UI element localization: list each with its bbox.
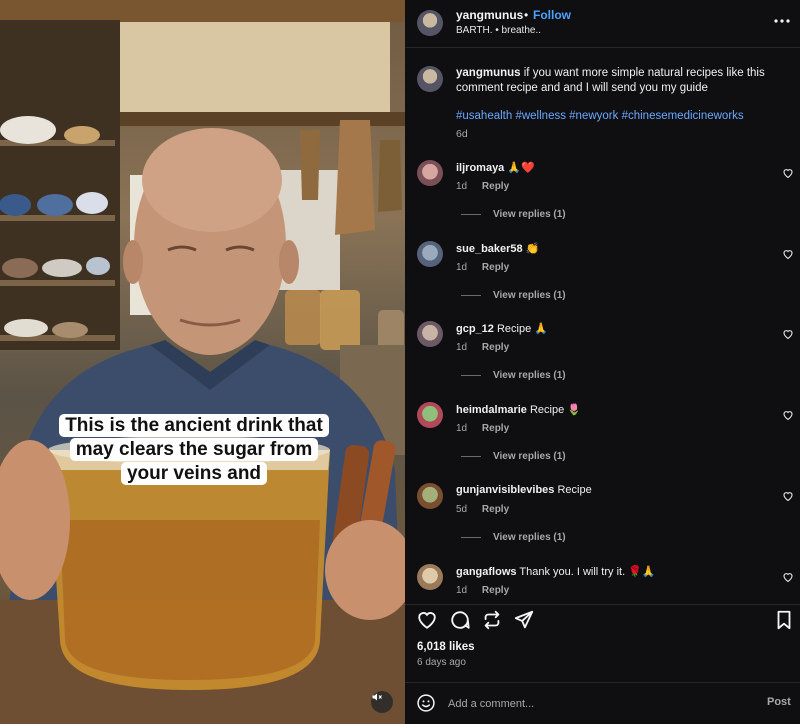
- post-comment-button[interactable]: Post: [767, 696, 791, 708]
- comment-text: heimdalmarie Recipe 🌷: [456, 403, 581, 416]
- comment-text: iljromaya 🙏❤️: [456, 161, 535, 174]
- post-actions: [405, 604, 800, 634]
- author-username[interactable]: yangmunus: [456, 8, 523, 22]
- post-date: 6 days ago: [417, 657, 466, 668]
- reply-button[interactable]: Reply: [482, 262, 509, 273]
- commenter-avatar[interactable]: [417, 483, 443, 509]
- comment-body: Recipe: [557, 484, 592, 496]
- comment-username[interactable]: iljromaya: [456, 162, 504, 174]
- heart-icon[interactable]: [782, 409, 794, 421]
- comment-meta: 1d Reply: [456, 423, 509, 434]
- comment-text: gcp_12 Recipe 🙏: [456, 322, 548, 335]
- view-replies-button[interactable]: View replies (1): [461, 370, 566, 381]
- post-details-panel: yangmunus • Follow BARTH. • breathe.. ya…: [405, 0, 800, 724]
- comment-time: 5d: [456, 504, 468, 515]
- video-caption-text: This is the ancient drink that may clear…: [59, 414, 329, 485]
- reply-button[interactable]: Reply: [482, 423, 509, 434]
- comment-text: gunjanvisiblevibes Recipe: [456, 484, 592, 496]
- comment-time: 1d: [456, 181, 468, 192]
- caption-username[interactable]: yangmunus: [456, 67, 521, 79]
- author-avatar[interactable]: [417, 10, 443, 36]
- like-count[interactable]: 6,018 likes: [417, 641, 475, 653]
- comment-item: gcp_12 Recipe 🙏 1d Reply View replies (1…: [405, 321, 800, 401]
- commenter-avatar[interactable]: [417, 321, 443, 347]
- emoji-icon[interactable]: [416, 693, 436, 713]
- commenter-avatar[interactable]: [417, 241, 443, 267]
- post-viewer: This is the ancient drink that may clear…: [0, 0, 800, 724]
- comment-item: sue_baker58 👏 1d Reply View replies (1): [405, 241, 800, 321]
- bookmark-icon[interactable]: [773, 609, 795, 631]
- comment-item: heimdalmarie Recipe 🌷 1d Reply View repl…: [405, 402, 800, 482]
- comment-meta: 1d Reply: [456, 585, 509, 596]
- comment-meta: 1d Reply: [456, 181, 509, 192]
- send-icon[interactable]: [513, 609, 535, 631]
- caption-timestamp: 6d: [456, 128, 468, 140]
- comment-body: Thank you. I will try it. 🌹🙏: [519, 566, 656, 578]
- view-replies-button[interactable]: View replies (1): [461, 209, 566, 220]
- reply-button[interactable]: Reply: [482, 585, 509, 596]
- heart-icon[interactable]: [782, 571, 794, 583]
- comment-username[interactable]: sue_baker58: [456, 243, 523, 255]
- post-header: yangmunus • Follow BARTH. • breathe..: [405, 0, 800, 48]
- comment-username[interactable]: heimdalmarie: [456, 404, 527, 416]
- more-horizontal-icon[interactable]: [773, 14, 791, 28]
- commenter-avatar[interactable]: [417, 402, 443, 428]
- mute-button[interactable]: [371, 691, 393, 713]
- reply-button[interactable]: Reply: [482, 342, 509, 353]
- comment-time: 1d: [456, 262, 468, 273]
- heart-icon[interactable]: [416, 609, 438, 631]
- comment-meta: 5d Reply: [456, 504, 509, 515]
- heart-icon[interactable]: [782, 248, 794, 260]
- comment-time: 1d: [456, 423, 468, 434]
- caption-hashtags[interactable]: #usahealth #wellness #newyork #chineseme…: [456, 110, 786, 122]
- comment-item: gunjanvisiblevibes Recipe 5d Reply View …: [405, 483, 800, 563]
- comment-body: Recipe 🌷: [529, 404, 581, 416]
- comment-text: sue_baker58 👏: [456, 242, 539, 255]
- comment-body: Recipe 🙏: [496, 323, 548, 335]
- video-frame-illustration: [0, 0, 405, 724]
- heart-icon[interactable]: [782, 167, 794, 179]
- comment-input[interactable]: [448, 694, 718, 714]
- reply-button[interactable]: Reply: [482, 504, 509, 515]
- view-replies-button[interactable]: View replies (1): [461, 451, 566, 462]
- comment-meta: 1d Reply: [456, 342, 509, 353]
- caption-text: yangmunus if you want more simple natura…: [456, 66, 781, 96]
- add-comment-bar: Post: [405, 682, 800, 724]
- comment-icon[interactable]: [449, 609, 471, 631]
- heart-icon[interactable]: [782, 328, 794, 340]
- repost-icon[interactable]: [481, 609, 503, 631]
- heart-icon[interactable]: [782, 490, 794, 502]
- view-replies-button[interactable]: View replies (1): [461, 290, 566, 301]
- comment-item: iljromaya 🙏❤️ 1d Reply View replies (1): [405, 160, 800, 240]
- speaker-muted-icon: [372, 693, 382, 701]
- commenter-avatar[interactable]: [417, 564, 443, 590]
- view-replies-button[interactable]: View replies (1): [461, 532, 566, 543]
- comment-username[interactable]: gangaflows: [456, 566, 517, 578]
- comment-body: 🙏❤️: [507, 162, 535, 174]
- commenter-avatar[interactable]: [417, 160, 443, 186]
- header-separator: •: [524, 8, 529, 22]
- comment-time: 1d: [456, 342, 468, 353]
- comment-username[interactable]: gunjanvisiblevibes: [456, 484, 554, 496]
- follow-button[interactable]: Follow: [533, 8, 571, 22]
- comment-body: 👏: [525, 243, 540, 255]
- comment-meta: 1d Reply: [456, 262, 509, 273]
- video-caption-overlay: This is the ancient drink that may clear…: [54, 414, 334, 486]
- comment-time: 1d: [456, 585, 468, 596]
- comment-text: gangaflows Thank you. I will try it. 🌹🙏: [456, 565, 656, 578]
- video-player[interactable]: This is the ancient drink that may clear…: [0, 0, 405, 724]
- reply-button[interactable]: Reply: [482, 181, 509, 192]
- comment-username[interactable]: gcp_12: [456, 323, 494, 335]
- author-avatar[interactable]: [417, 66, 443, 92]
- audio-track-label[interactable]: BARTH. • breathe..: [456, 25, 541, 36]
